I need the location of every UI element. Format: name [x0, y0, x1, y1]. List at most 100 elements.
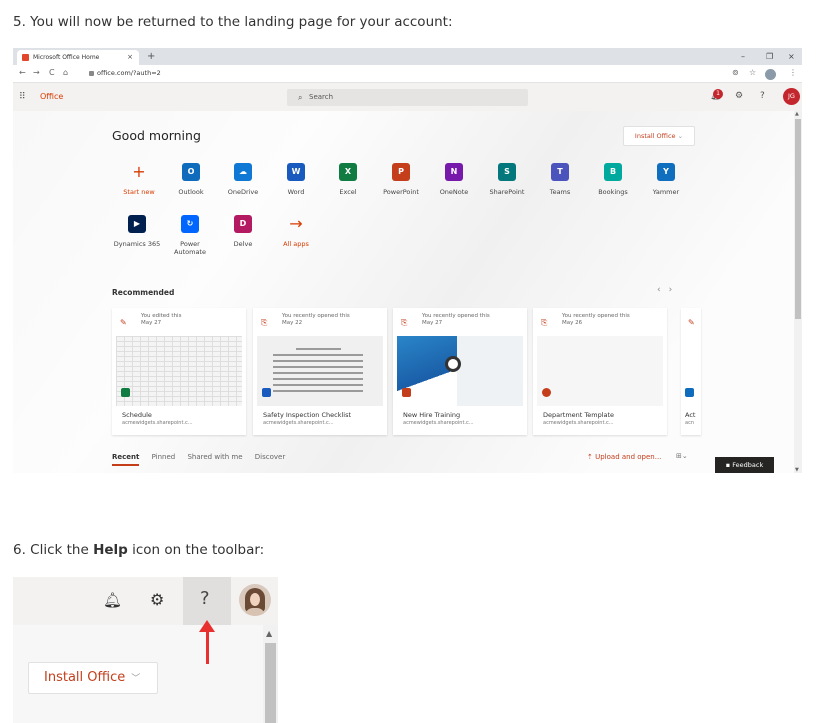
- browser-tab[interactable]: Microsoft Office Home ×: [17, 50, 139, 65]
- scrollbar-thumb[interactable]: [265, 643, 276, 723]
- app-tile-power-automate[interactable]: ↻ Power Automate: [165, 215, 215, 256]
- app-tile-outlook[interactable]: O Outlook: [166, 163, 216, 196]
- toolbar-zoom-screenshot: 🔔︎ ⚙ ? Install Office ﹀ ▲: [13, 577, 278, 723]
- home-icon[interactable]: ⌂: [63, 68, 68, 77]
- recommended-card-safety-checklist[interactable]: ⎘ You recently opened this May 22 Safety …: [253, 308, 387, 435]
- carousel-prev-icon[interactable]: ‹: [657, 285, 669, 295]
- red-arrow-line: [206, 630, 209, 664]
- window-close-button[interactable]: ×: [788, 48, 795, 65]
- office-favicon-icon: [22, 54, 29, 61]
- tab-close-icon[interactable]: ×: [127, 50, 133, 65]
- browser-menu-icon[interactable]: ⋮: [789, 68, 797, 77]
- back-icon[interactable]: ←: [19, 68, 26, 77]
- dynamics-365-icon: ▶: [128, 215, 146, 233]
- card-date: May 26: [562, 320, 583, 326]
- lock-icon: [89, 70, 94, 76]
- scrollbar-thumb[interactable]: [795, 119, 801, 319]
- card-site: acn: [685, 420, 694, 426]
- feedback-button[interactable]: ▪ Feedback: [715, 457, 774, 473]
- scroll-up-icon[interactable]: ▲: [266, 629, 272, 638]
- pencil-icon: ✎: [120, 318, 127, 327]
- upload-label: Upload and open...: [595, 453, 662, 461]
- app-tile-teams[interactable]: T Teams: [535, 163, 585, 196]
- minimize-button[interactable]: –: [741, 48, 745, 65]
- word-file-icon: [262, 388, 271, 397]
- step-6-prefix: 6. Click the: [13, 542, 94, 558]
- app-tile-all-apps[interactable]: → All apps: [271, 214, 321, 249]
- card-date: May 27: [422, 320, 443, 326]
- card-name: New Hire Training: [403, 411, 461, 419]
- app-tile-yammer[interactable]: Y Yammer: [641, 163, 691, 196]
- address-bar: ← → C ⌂ office.com/?auth=2 ⊚ ☆ ⋮: [13, 65, 802, 83]
- app-tile-onedrive[interactable]: ☁ OneDrive: [218, 163, 268, 196]
- all-apps-icon: →: [289, 214, 303, 233]
- card-site: acmewidgets.sharepoint.c...: [543, 420, 614, 426]
- app-tile-dynamics-365[interactable]: ▶ Dynamics 365: [112, 215, 162, 248]
- card-activity: You recently opened this: [282, 313, 350, 319]
- reload-icon[interactable]: C: [49, 68, 55, 77]
- view-toggle-icon[interactable]: ⊞⌄: [676, 452, 688, 460]
- extension-icon[interactable]: ⊚: [732, 68, 739, 77]
- search-input[interactable]: ⌕ Search: [287, 89, 528, 106]
- tab-shared-with-me[interactable]: Shared with me: [187, 453, 242, 461]
- gear-icon[interactable]: ⚙: [150, 590, 164, 609]
- card-site: acmewidgets.sharepoint.c...: [403, 420, 474, 426]
- forward-icon[interactable]: →: [33, 68, 40, 77]
- card-activity: You edited this: [141, 313, 182, 319]
- zoom-scrollbar[interactable]: ▲: [263, 625, 278, 723]
- recommended-card-schedule[interactable]: ✎ You edited this May 27 Schedule acmewid…: [112, 308, 246, 435]
- avatar[interactable]: [239, 584, 271, 616]
- recommended-card-new-hire[interactable]: ⎘ You recently opened this May 27 New Hir…: [393, 308, 527, 435]
- app-tile-bookings[interactable]: B Bookings: [588, 163, 638, 196]
- office-brand-link[interactable]: Office: [40, 92, 63, 101]
- install-office-button[interactable]: Install Office ﹀: [28, 662, 158, 694]
- delve-icon: D: [234, 215, 252, 233]
- maximize-button[interactable]: ❐: [766, 48, 773, 65]
- start-new-icon: +: [132, 162, 146, 181]
- outlook-icon: O: [182, 163, 200, 181]
- greeting-heading: Good morning: [112, 128, 201, 143]
- browser-profile-avatar[interactable]: [765, 69, 776, 80]
- app-tile-excel[interactable]: X Excel: [323, 163, 373, 196]
- help-icon[interactable]: ?: [760, 91, 765, 101]
- app-label: Bookings: [598, 188, 628, 196]
- scroll-down-icon[interactable]: ▼: [795, 467, 799, 473]
- new-tab-button[interactable]: +: [147, 48, 155, 65]
- power-automate-icon: ↻: [181, 215, 199, 233]
- waffle-icon[interactable]: ⠿: [19, 92, 29, 102]
- page-scrollbar[interactable]: ▲ ▼: [794, 111, 802, 473]
- card-site: acmewidgets.sharepoint.c...: [122, 420, 193, 426]
- app-label: PowerPoint: [383, 188, 419, 196]
- tab-recent[interactable]: Recent: [112, 453, 140, 466]
- card-name: Schedule: [122, 411, 152, 419]
- browser-tab-bar: Microsoft Office Home × + – ❐ ×: [13, 48, 802, 65]
- scroll-up-icon[interactable]: ▲: [795, 111, 799, 117]
- bookmark-star-icon[interactable]: ☆: [749, 68, 756, 77]
- app-tile-word[interactable]: W Word: [271, 163, 321, 196]
- tab-title: Microsoft Office Home: [33, 54, 100, 61]
- feedback-icon: ▪: [725, 461, 731, 469]
- upload-and-open-button[interactable]: ⇡ Upload and open...: [587, 453, 661, 461]
- app-tile-start-new[interactable]: + Start new: [114, 162, 164, 197]
- feedback-label: Feedback: [732, 461, 764, 469]
- tab-discover[interactable]: Discover: [255, 453, 285, 461]
- open-doc-icon: ⎘: [401, 318, 408, 327]
- app-label: Dynamics 365: [113, 240, 161, 248]
- tab-pinned[interactable]: Pinned: [152, 453, 176, 461]
- app-tile-delve[interactable]: D Delve: [218, 215, 268, 248]
- url-field[interactable]: office.com/?auth=2: [89, 69, 161, 77]
- user-avatar[interactable]: JG: [783, 88, 800, 105]
- step-6-instruction: 6. Click the Help icon on the toolbar:: [13, 542, 264, 558]
- app-label: Excel: [339, 188, 357, 196]
- app-tile-onenote[interactable]: N OneNote: [429, 163, 479, 196]
- bell-icon[interactable]: 🔔︎: [103, 591, 122, 609]
- help-icon[interactable]: ?: [200, 588, 210, 609]
- install-office-button[interactable]: Install Office ⌄: [623, 126, 695, 146]
- browser-screenshot: Microsoft Office Home × + – ❐ × ← → C ⌂ …: [13, 48, 802, 473]
- app-tile-powerpoint[interactable]: P PowerPoint: [376, 163, 426, 196]
- carousel-next-icon[interactable]: ›: [669, 285, 681, 295]
- recommended-card-partial[interactable]: ✎ Act acn: [681, 308, 701, 435]
- app-tile-sharepoint[interactable]: S SharePoint: [482, 163, 532, 196]
- gear-icon[interactable]: ⚙: [735, 91, 743, 101]
- recommended-card-department-template[interactable]: ⎘ You recently opened this May 26 Departm…: [533, 308, 667, 435]
